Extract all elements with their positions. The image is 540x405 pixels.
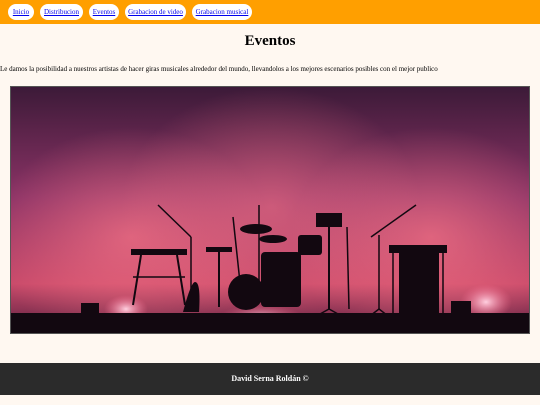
footer-copyright: David Serna Roldán © bbox=[231, 374, 309, 383]
nav-link-eventos[interactable]: Eventos bbox=[89, 4, 119, 20]
nav-link-grabacion-video[interactable]: Grabacion de video bbox=[125, 4, 186, 20]
nav-link-grabacion-musical[interactable]: Grabacion musical bbox=[192, 4, 252, 20]
concert-stage-image bbox=[10, 86, 530, 334]
footer: David Serna Roldán © bbox=[0, 363, 540, 395]
nav-link-inicio[interactable]: Inicio bbox=[8, 4, 34, 20]
top-navbar: Inicio Distribucion Eventos Grabacion de… bbox=[0, 0, 540, 24]
intro-paragraph: Le damos la posibilidad a nuestros artis… bbox=[0, 65, 438, 73]
nav-link-distribucion[interactable]: Distribucion bbox=[40, 4, 83, 20]
page-title: Eventos bbox=[244, 33, 296, 49]
